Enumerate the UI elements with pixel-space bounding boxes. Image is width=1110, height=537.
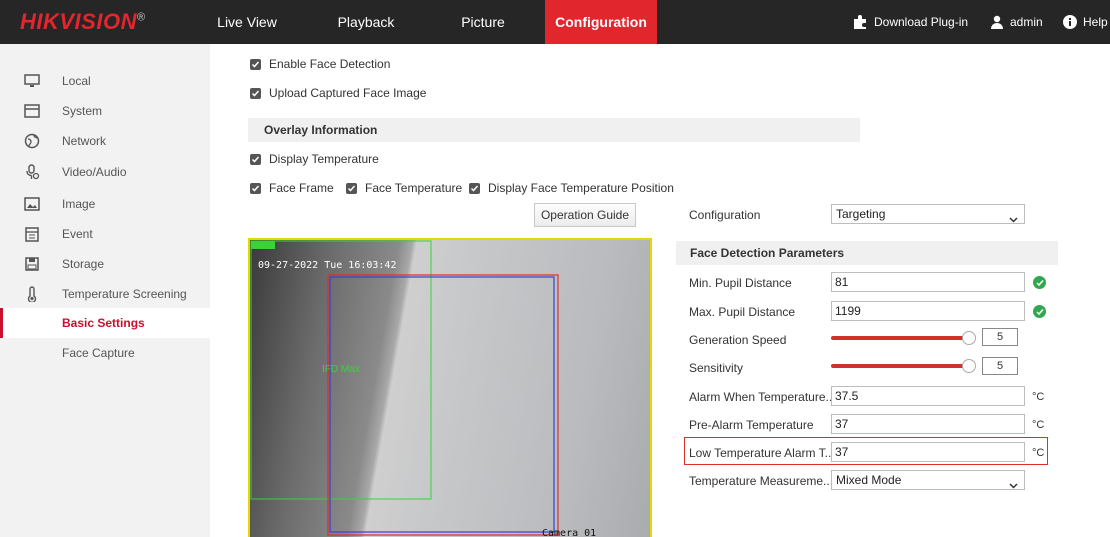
sensitivity-slider-handle[interactable] — [962, 359, 976, 373]
display-temperature-checkbox[interactable]: Display Temperature — [250, 152, 379, 166]
face-frame-checkbox[interactable]: Face Frame — [250, 181, 334, 195]
microphone-icon — [22, 162, 42, 182]
max-pupil-label: Max. Pupil Distance — [689, 305, 796, 319]
celsius-unit: °C — [1032, 391, 1045, 403]
celsius-unit: °C — [1032, 447, 1045, 459]
video-timestamp: 09-27-2022 Tue 16:03:42 — [258, 260, 397, 271]
operation-guide-button[interactable]: Operation Guide — [534, 203, 636, 227]
sensitivity-value[interactable]: 5 — [982, 357, 1018, 375]
floppy-icon — [22, 254, 42, 274]
checkbox-checked-icon — [250, 182, 261, 194]
top-nav-bar: HIKVISION® Live View Playback Picture Co… — [0, 0, 1110, 44]
pre-alarm-temperature-label: Pre-Alarm Temperature — [689, 418, 814, 432]
puzzle-icon — [852, 15, 868, 29]
low-temperature-alarm-label: Low Temperature Alarm T... — [689, 446, 835, 460]
checkbox-checked-icon — [469, 182, 480, 194]
help-link[interactable]: Help — [1063, 0, 1108, 44]
calendar-icon — [22, 224, 42, 244]
globe-icon — [22, 131, 42, 151]
chevron-down-icon — [1009, 476, 1018, 494]
sensitivity-label: Sensitivity — [689, 361, 744, 375]
checkbox-checked-icon — [346, 182, 357, 194]
ifd-max-label: IFD Max — [322, 364, 360, 375]
generation-speed-value[interactable]: 5 — [982, 328, 1018, 346]
configuration-select[interactable]: Targeting — [831, 204, 1025, 224]
valid-check-icon — [1033, 276, 1046, 289]
video-preview[interactable]: 09-27-2022 Tue 16:03:42 IFD Max Camera 0… — [248, 238, 652, 537]
sidebar-subitem-basic-settings[interactable]: Basic Settings — [0, 308, 210, 338]
min-pupil-input[interactable] — [831, 272, 1025, 292]
monitor-icon — [22, 71, 42, 91]
alarm-temperature-input[interactable] — [831, 386, 1025, 406]
valid-check-icon — [1033, 305, 1046, 318]
temperature-measurement-select[interactable]: Mixed Mode — [831, 470, 1025, 490]
celsius-unit: °C — [1032, 419, 1045, 431]
checkbox-checked-icon — [250, 87, 261, 99]
configuration-label: Configuration — [689, 208, 761, 222]
max-pupil-input[interactable] — [831, 301, 1025, 321]
sidebar-item-temperature-screening[interactable]: Temperature Screening — [0, 279, 210, 309]
sidebar-item-image[interactable]: Image — [0, 189, 210, 219]
chevron-down-icon — [1009, 210, 1018, 228]
temperature-measurement-label: Temperature Measureme... — [689, 474, 834, 488]
window-icon — [22, 101, 42, 121]
user-menu[interactable]: admin — [990, 0, 1043, 44]
download-plugin-link[interactable]: Download Plug-in — [852, 0, 968, 44]
nav-live-view[interactable]: Live View — [216, 0, 278, 44]
low-temperature-alarm-input[interactable] — [831, 442, 1025, 462]
generation-speed-slider[interactable] — [831, 336, 971, 340]
generation-speed-label: Generation Speed — [689, 333, 787, 347]
sidebar-item-storage[interactable]: Storage — [0, 249, 210, 279]
face-detection-parameters-header: Face Detection Parameters — [676, 241, 1058, 265]
checkbox-checked-icon — [250, 153, 261, 165]
nav-configuration[interactable]: Configuration — [545, 0, 657, 44]
sensitivity-slider[interactable] — [831, 364, 971, 368]
sidebar: Local System Network Video/Audio Image E… — [0, 44, 210, 537]
enable-face-detection-checkbox[interactable]: Enable Face Detection — [250, 57, 390, 71]
sidebar-item-network[interactable]: Network — [0, 126, 210, 156]
thermometer-icon — [22, 284, 42, 304]
face-temperature-checkbox[interactable]: Face Temperature — [346, 181, 462, 195]
pre-alarm-temperature-input[interactable] — [831, 414, 1025, 434]
upload-face-image-checkbox[interactable]: Upload Captured Face Image — [250, 86, 426, 100]
nav-playback[interactable]: Playback — [330, 0, 402, 44]
sidebar-item-local[interactable]: Local — [0, 66, 210, 96]
user-icon — [990, 15, 1004, 29]
hikvision-logo: HIKVISION® — [20, 9, 146, 34]
info-icon — [1063, 15, 1077, 29]
detection-overlay — [250, 240, 559, 536]
nav-picture[interactable]: Picture — [454, 0, 512, 44]
sidebar-item-system[interactable]: System — [0, 96, 210, 126]
camera-name: Camera 01 — [542, 528, 597, 537]
sidebar-subitem-face-capture[interactable]: Face Capture — [0, 338, 210, 368]
display-face-temp-position-checkbox[interactable]: Display Face Temperature Position — [469, 181, 674, 195]
overlay-information-header: Overlay Information — [248, 118, 860, 142]
checkbox-checked-icon — [250, 58, 261, 70]
min-pupil-label: Min. Pupil Distance — [689, 276, 792, 290]
generation-speed-slider-handle[interactable] — [962, 331, 976, 345]
sidebar-item-event[interactable]: Event — [0, 219, 210, 249]
alarm-temperature-label: Alarm When Temperature... — [689, 390, 836, 404]
image-icon — [22, 194, 42, 214]
sidebar-item-video-audio[interactable]: Video/Audio — [0, 157, 210, 187]
